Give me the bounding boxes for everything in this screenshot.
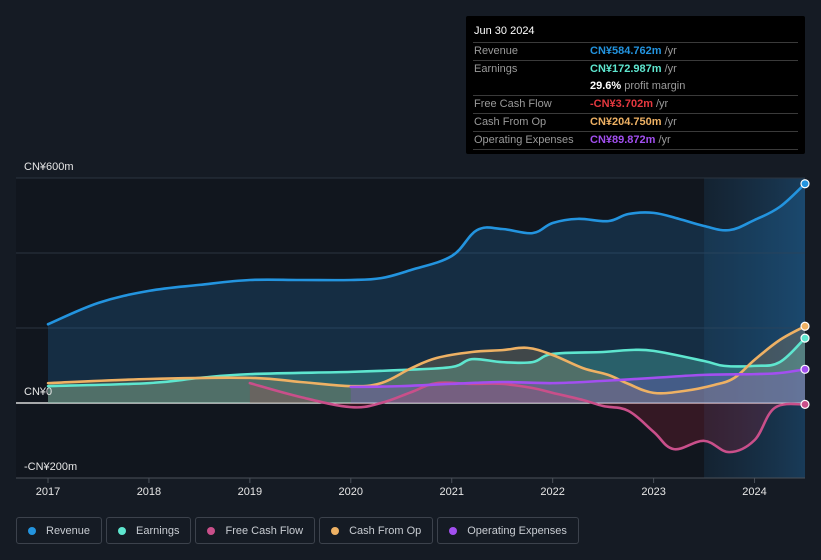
legend-label: Free Cash Flow [225,524,304,537]
tooltip-label: Revenue [474,45,519,57]
tooltip-label: Operating Expenses [474,134,574,146]
tooltip-label: Cash From Op [474,116,547,128]
legend: Revenue Earnings Free Cash Flow Cash Fro… [16,517,579,544]
tooltip-unit: /yr [658,134,671,146]
legend-dot-icon [118,526,127,535]
x-tick-label: 2023 [641,486,665,498]
legend-label: Earnings [136,524,180,537]
x-tick-label: 2018 [137,486,161,498]
x-tick-label: 2021 [439,486,463,498]
legend-item-cash-from-op[interactable]: Cash From Op [319,517,434,544]
legend-label: Revenue [46,524,91,537]
legend-item-earnings[interactable]: Earnings [106,517,192,544]
tooltip-unit: /yr [664,45,677,57]
tooltip-label [473,78,590,95]
y-tick-label: CN¥0 [24,386,52,398]
legend-dot-icon [331,526,340,535]
tooltip-row-cash-from-op: Cash From Op CN¥204.750m /yr [473,114,798,132]
legend-item-free-cash-flow[interactable]: Free Cash Flow [195,517,316,544]
legend-dot-icon [449,526,458,535]
x-tick-label: 2022 [540,486,564,498]
y-tick-label: CN¥600m [24,161,74,173]
legend-item-operating-expenses[interactable]: Operating Expenses [437,517,579,544]
x-tick-label: 2020 [339,486,363,498]
legend-item-revenue[interactable]: Revenue [16,517,103,544]
tooltip: Jun 30 2024 Revenue CN¥584.762m /yr Earn… [466,16,805,154]
tooltip-date: Jun 30 2024 [473,24,798,43]
end-marker-free-cash-flow [800,399,810,409]
tooltip-row-earnings: Earnings CN¥172.987m /yr [473,61,798,78]
tooltip-value: CN¥172.987m [590,63,662,75]
tooltip-label: Earnings [474,63,518,75]
x-tick-label: 2017 [36,486,60,498]
x-tick-label: 2019 [238,486,262,498]
tooltip-unit: profit margin [624,80,686,92]
tooltip-value: CN¥89.872m [590,134,656,146]
tooltip-unit: /yr [655,98,669,110]
tooltip-unit: /yr [664,116,677,128]
tooltip-label: Free Cash Flow [474,98,552,110]
x-tick-label: 2024 [742,486,766,498]
tooltip-value: CN¥204.750m [590,116,662,128]
tooltip-unit: /yr [664,63,677,75]
tooltip-value: 29.6% [590,80,622,92]
tooltip-row-operating-expenses: Operating Expenses CN¥89.872m /yr [473,132,798,150]
legend-label: Operating Expenses [467,524,567,537]
end-marker-cash-from-op [800,321,810,331]
end-marker-operating-expenses [800,364,810,374]
y-tick-label: -CN¥200m [24,461,77,473]
legend-dot-icon [207,526,216,535]
legend-label: Cash From Op [349,524,422,537]
tooltip-row-free-cash-flow: Free Cash Flow -CN¥3.702m /yr [473,96,798,114]
end-marker-earnings [800,333,810,343]
tooltip-value: -CN¥3.702m [590,98,653,110]
end-marker-revenue [800,179,810,189]
legend-dot-icon [28,526,36,535]
tooltip-row-profit-margin: 29.6% profit margin [473,78,798,96]
x-axis: 2017 2018 2019 2020 2021 2022 2023 2024 [16,477,805,498]
tooltip-value: CN¥584.762m [590,45,662,57]
tooltip-row-revenue: Revenue CN¥584.762m /yr [473,43,798,61]
